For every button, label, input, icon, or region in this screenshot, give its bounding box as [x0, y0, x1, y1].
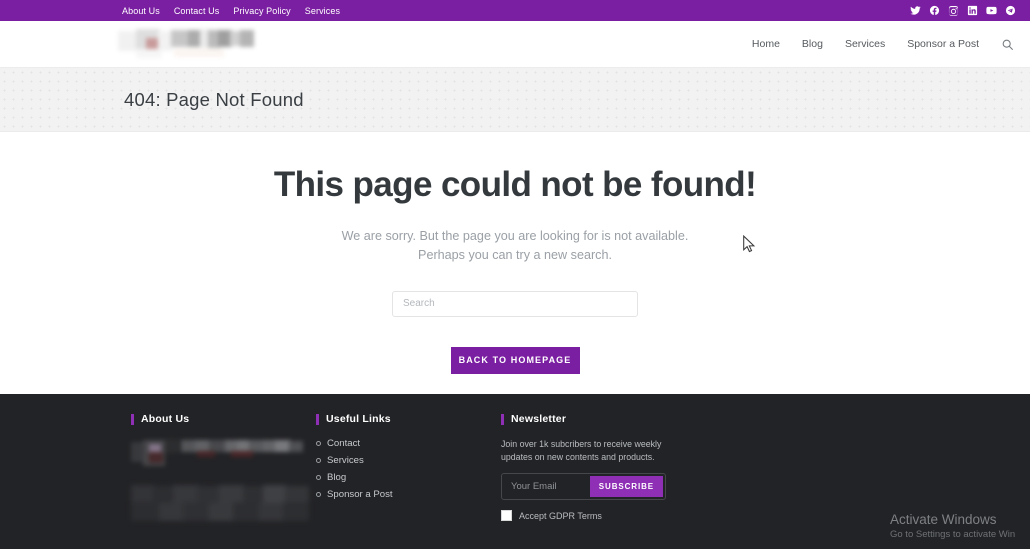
circle-bullet-icon — [316, 475, 321, 480]
main-content: This page could not be found! We are sor… — [0, 132, 1030, 394]
page-banner: 404: Page Not Found — [0, 68, 1030, 132]
facebook-icon[interactable] — [929, 5, 940, 16]
newsletter-description: Join over 1k subcribers to receive weekl… — [501, 439, 662, 463]
footer-column-newsletter: Newsletter Join over 1k subcribers to re… — [501, 413, 701, 522]
footer-newsletter-title: Newsletter — [501, 413, 701, 425]
list-item[interactable]: Contact — [316, 438, 501, 449]
footer-link-sponsor-a-post[interactable]: Sponsor a Post — [327, 489, 393, 500]
nav-link-blog[interactable]: Blog — [802, 38, 823, 50]
footer-link-blog[interactable]: Blog — [327, 472, 346, 483]
topbar-link-privacy-policy[interactable]: Privacy Policy — [233, 6, 290, 16]
site-header: Home Blog Services Sponsor a Post — [0, 21, 1030, 68]
telegram-icon[interactable] — [1005, 5, 1016, 16]
top-utility-bar: About Us Contact Us Privacy Policy Servi… — [0, 0, 1030, 21]
social-links — [910, 5, 1016, 16]
footer-column-useful-links: Useful Links Contact Services Blog Spons… — [316, 413, 501, 521]
footer-logo-image — [131, 438, 306, 474]
error-heading: This page could not be found! — [273, 165, 757, 204]
twitter-icon[interactable] — [910, 5, 921, 16]
site-footer: About Us Useful Links Contact Services B… — [0, 394, 1030, 549]
gdpr-label: Accept GDPR Terms — [519, 510, 602, 521]
youtube-icon[interactable] — [986, 5, 997, 16]
main-nav: Home Blog Services Sponsor a Post — [752, 38, 1014, 51]
nav-link-home[interactable]: Home — [752, 38, 780, 50]
newsletter-email-input[interactable] — [504, 481, 590, 493]
footer-useful-links-title: Useful Links — [316, 413, 501, 425]
nav-link-sponsor-a-post[interactable]: Sponsor a Post — [907, 38, 979, 50]
circle-bullet-icon — [316, 458, 321, 463]
newsletter-form[interactable]: SUBSCRIBE — [501, 473, 666, 501]
search-input[interactable] — [393, 291, 637, 316]
footer-column-about: About Us — [131, 413, 316, 521]
footer-secondary-image — [131, 485, 309, 521]
back-to-homepage-button[interactable]: BACK TO HOMEPAGE — [450, 346, 580, 374]
topbar-link-services[interactable]: Services — [305, 6, 340, 16]
footer-useful-links-list: Contact Services Blog Sponsor a Post — [316, 438, 501, 500]
footer-link-contact[interactable]: Contact — [327, 438, 360, 449]
instagram-icon[interactable] — [948, 5, 959, 16]
page-title: 404: Page Not Found — [124, 88, 304, 110]
site-logo[interactable] — [118, 29, 254, 59]
circle-bullet-icon — [316, 492, 321, 497]
gdpr-checkbox[interactable] — [501, 510, 512, 522]
nav-link-services[interactable]: Services — [845, 38, 885, 50]
subscribe-button[interactable]: SUBSCRIBE — [589, 476, 663, 498]
error-description-line-1: We are sorry. But the page you are looki… — [341, 228, 689, 243]
topbar-link-about-us[interactable]: About Us — [122, 6, 160, 16]
top-bar-nav: About Us Contact Us Privacy Policy Servi… — [122, 6, 340, 16]
error-description-line-2: Perhaps you can try a new search. — [418, 248, 612, 263]
topbar-link-contact-us[interactable]: Contact Us — [174, 6, 220, 16]
watermark-subtitle: Go to Settings to activate Win — [890, 528, 1016, 540]
error-description: We are sorry. But the page you are looki… — [0, 227, 1030, 266]
linkedin-icon[interactable] — [967, 5, 978, 16]
footer-about-title: About Us — [131, 413, 316, 425]
search-icon[interactable] — [1001, 38, 1014, 51]
list-item[interactable]: Sponsor a Post — [316, 489, 501, 500]
circle-bullet-icon — [316, 441, 321, 446]
search-box[interactable] — [392, 290, 638, 317]
list-item[interactable]: Services — [316, 455, 501, 466]
gdpr-consent-row[interactable]: Accept GDPR Terms — [501, 510, 701, 522]
list-item[interactable]: Blog — [316, 472, 501, 483]
footer-columns: About Us Useful Links Contact Services B… — [0, 413, 1030, 522]
footer-link-services[interactable]: Services — [327, 455, 364, 466]
